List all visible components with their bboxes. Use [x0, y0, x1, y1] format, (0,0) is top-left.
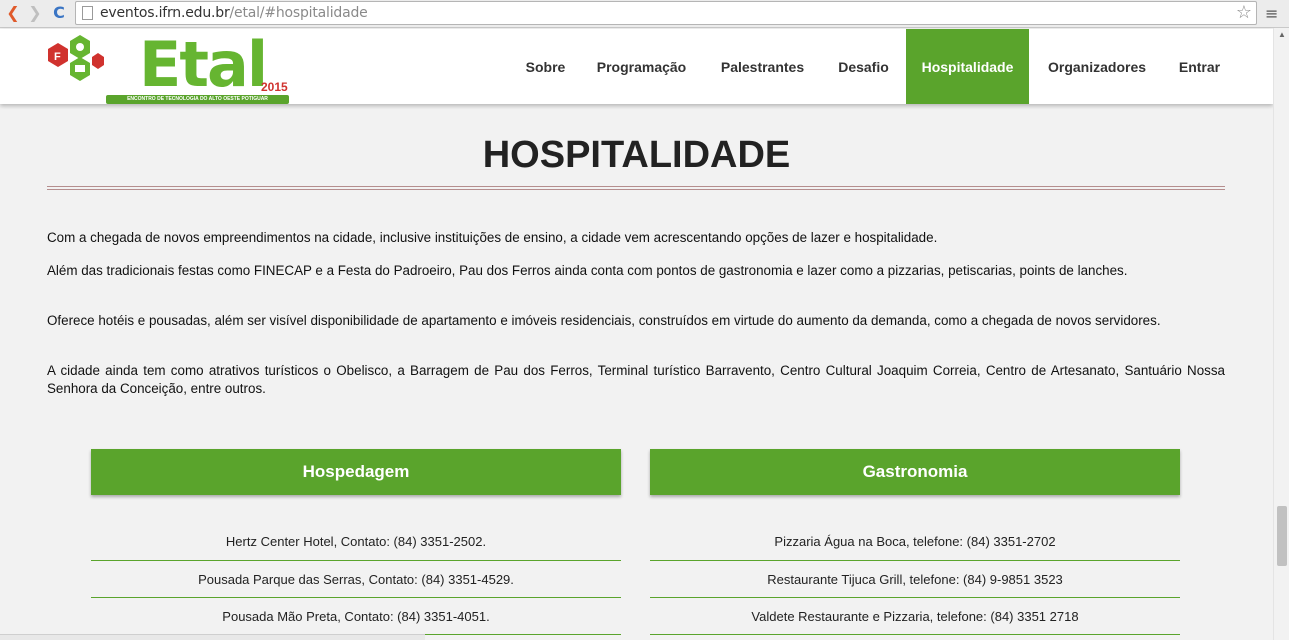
nav-programacao[interactable]: Programação — [579, 29, 704, 104]
svg-text:F: F — [54, 51, 61, 63]
etal-logo[interactable]: F Etal 2015 ENCONTRO DE TECNOLOGIA DO AL… — [34, 28, 289, 104]
browser-menu-icon[interactable]: ≡ — [1265, 4, 1278, 23]
nav-hospitalidade[interactable]: Hospitalidade — [906, 29, 1029, 104]
paragraph-4: A cidade ainda tem como atrativos turíst… — [47, 363, 1225, 396]
page-icon — [82, 6, 93, 20]
title-divider — [47, 186, 1225, 190]
status-bar — [0, 634, 425, 640]
url-host: eventos.ifrn.edu.br — [100, 5, 230, 21]
url-text[interactable]: eventos.ifrn.edu.br/etal/#hospitalidade — [100, 5, 368, 21]
site-header: F Etal 2015 ENCONTRO DE TECNOLOGIA DO AL… — [0, 29, 1273, 104]
paragraph-2: Além das tradicionais festas como FINECA… — [47, 263, 1128, 278]
main-menu: Sobre Programação Palestrantes Desafio H… — [512, 29, 1234, 104]
hospedagem-list: Hertz Center Hotel, Contato: (84) 3351-2… — [91, 523, 621, 635]
logo-word: Etal — [139, 28, 268, 101]
list-item: Pousada Mão Preta, Contato: (84) 3351-40… — [91, 598, 621, 635]
scroll-up-icon[interactable]: ▲ — [1278, 30, 1286, 39]
nav-organizadores[interactable]: Organizadores — [1029, 29, 1165, 104]
forward-icon[interactable]: ❯ — [26, 4, 44, 22]
logo-ribbon: ENCONTRO DE TECNOLOGIA DO ALTO OESTE POT… — [106, 95, 289, 104]
logo-hexagons-icon: F — [48, 35, 104, 81]
nav-palestrantes[interactable]: Palestrantes — [704, 29, 821, 104]
nav-sobre[interactable]: Sobre — [512, 29, 579, 104]
logo-tagline: ENCONTRO DE TECNOLOGIA DO ALTO OESTE POT… — [127, 96, 268, 102]
scroll-thumb[interactable] — [1277, 506, 1287, 566]
browser-toolbar: ❮ ❯ C eventos.ifrn.edu.br/etal/#hospital… — [0, 0, 1289, 28]
paragraph-1: Com a chegada de novos empreendimentos n… — [47, 230, 938, 245]
address-bar[interactable]: eventos.ifrn.edu.br/etal/#hospitalidade … — [75, 1, 1257, 25]
page-title: HOSPITALIDADE — [482, 134, 791, 176]
page-scrollbar[interactable]: ▲ — [1273, 28, 1289, 640]
list-item: Valdete Restaurante e Pizzaria, telefone… — [650, 598, 1180, 635]
list-item: Restaurante Tijuca Grill, telefone: (84)… — [650, 561, 1180, 598]
list-item: Hertz Center Hotel, Contato: (84) 3351-2… — [91, 523, 621, 561]
gastronomia-heading: Gastronomia — [650, 449, 1180, 495]
reload-icon[interactable]: C — [50, 4, 68, 22]
paragraph-3: Oferece hotéis e pousadas, além ser visí… — [47, 313, 1161, 328]
list-item: Pousada Parque das Serras, Contato: (84)… — [91, 561, 621, 598]
list-item: Pizzaria Água na Boca, telefone: (84) 33… — [650, 523, 1180, 561]
back-icon[interactable]: ❮ — [4, 4, 22, 22]
gastronomia-list: Pizzaria Água na Boca, telefone: (84) 33… — [650, 523, 1180, 635]
bookmark-star-icon[interactable]: ☆ — [1236, 2, 1252, 23]
hospedagem-heading: Hospedagem — [91, 449, 621, 495]
nav-desafio[interactable]: Desafio — [821, 29, 906, 104]
url-path: /etal/#hospitalidade — [229, 5, 368, 21]
logo-year: 2015 — [261, 80, 288, 94]
nav-entrar[interactable]: Entrar — [1165, 29, 1234, 104]
